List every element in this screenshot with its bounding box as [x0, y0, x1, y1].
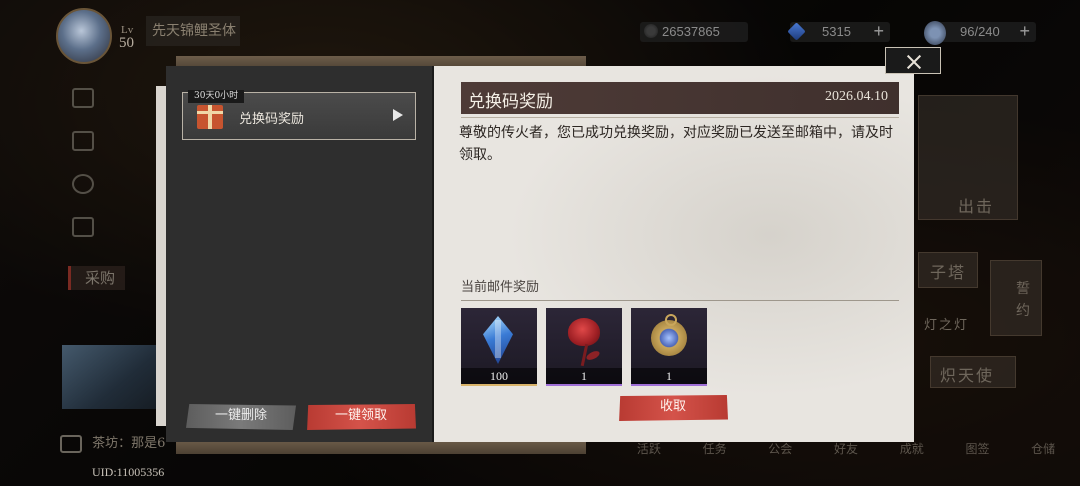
gold-value: 26537865 [662, 24, 720, 39]
rewards-label: 当前邮件奖励 [461, 280, 540, 295]
mail-list-item[interactable]: 30天0小时 兑换码奖励 [182, 90, 416, 140]
mail-icon[interactable] [72, 131, 94, 151]
event-banner[interactable] [62, 345, 160, 409]
mail-body-text: 尊敬的传火者，您已成功兑换奖励，对应奖励已发送至邮箱中，请及时领取。 [459, 125, 893, 163]
modal-frame-bottom [176, 440, 586, 454]
pocket-watch-icon [651, 314, 687, 356]
reward-count: 1 [631, 368, 707, 384]
uid-label: UID:11005356 [92, 465, 165, 479]
tower-label: 子塔 [930, 263, 967, 282]
gem-value: 5315 [822, 24, 851, 39]
calendar-icon[interactable] [72, 88, 94, 108]
gift-box-icon [197, 105, 223, 129]
claim-button[interactable]: 收取 [619, 395, 728, 421]
gem-icon [787, 22, 806, 41]
mail-detail-title: 兑换码奖励 [468, 92, 553, 112]
gold-counter: 26537865 [640, 22, 748, 42]
rewards-divider [461, 300, 899, 301]
oath-label: 誓约 [1016, 281, 1032, 319]
reward-slot[interactable]: 100 [461, 308, 537, 386]
rose-leaf [585, 349, 601, 362]
delete-all-label: 一键删除 [214, 408, 267, 423]
stamina-value: 96/240 [960, 24, 1000, 39]
crystal-icon [483, 316, 513, 364]
reward-slot[interactable]: 1 [546, 308, 622, 386]
rose-icon [568, 318, 600, 346]
header-divider [461, 117, 899, 118]
delete-all-button[interactable]: 一键删除 [186, 404, 296, 430]
player-name: 先天锦鲤圣体 [146, 16, 240, 46]
add-gems-icon[interactable]: + [873, 21, 884, 41]
mail-modal: 30天0小时 兑换码奖励 一键删除 一键领取 兑换码奖励 2026.04.10 … [156, 56, 924, 454]
chat-bar[interactable]: 茶坊：那是6 [60, 432, 165, 453]
lamp-label: 灯之灯 [924, 318, 970, 333]
mail-expiry-timer: 30天0小时 [188, 90, 245, 103]
chat-preview: 茶坊：那是6 [92, 436, 166, 451]
mail-list-panel: 30天0小时 兑换码奖励 一键删除 一键领取 [156, 66, 434, 442]
reward-slot[interactable]: 1 [631, 308, 707, 386]
nav-storage[interactable]: 仓储 [1010, 440, 1076, 464]
close-icon[interactable] [885, 47, 941, 74]
seraph-label: 炽天使 [940, 366, 995, 385]
play-arrow-icon [393, 109, 403, 121]
claim-all-label: 一键领取 [334, 408, 387, 423]
claim-all-button[interactable]: 一键领取 [307, 404, 416, 430]
notes-icon[interactable] [72, 217, 94, 237]
mail-detail-header: 兑换码奖励 2026.04.10 [461, 82, 899, 114]
coin-icon [644, 24, 658, 38]
gem-counter: 5315 + [787, 21, 890, 42]
stamina-icon [924, 21, 946, 45]
mail-item-title: 兑换码奖励 [239, 112, 305, 127]
mail-detail-date: 2026.04.10 [825, 89, 888, 104]
reward-count: 100 [461, 368, 537, 384]
stamina-counter: 96/240 + [924, 21, 1036, 45]
reward-count: 1 [546, 368, 622, 384]
claim-label: 收取 [659, 399, 686, 414]
sortie-label: 出击 [958, 197, 995, 216]
nav-gallery[interactable]: 图签 [945, 440, 1011, 464]
add-stamina-icon[interactable]: + [1019, 21, 1030, 41]
avatar[interactable] [56, 8, 112, 64]
purchase-label: 采购 [85, 269, 116, 287]
purchase-button[interactable]: 采购 [68, 266, 126, 290]
settings-icon[interactable] [72, 174, 94, 194]
level-value: 50 [119, 35, 134, 51]
mail-detail-panel: 兑换码奖励 2026.04.10 尊敬的传火者，您已成功兑换奖励，对应奖励已发送… [434, 66, 914, 442]
chat-icon [60, 434, 82, 453]
